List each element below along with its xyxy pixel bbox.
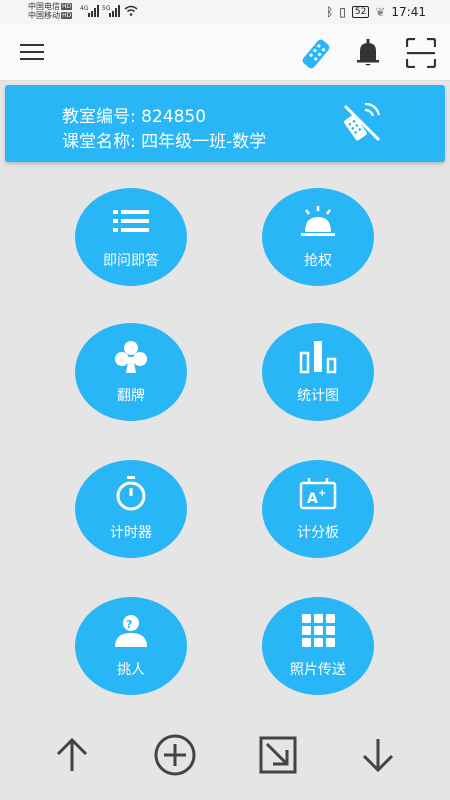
statistics-chart-label: 统计图 bbox=[297, 388, 339, 404]
status-right: ᛒ ▯ 52 ❦ 17:41 bbox=[326, 5, 426, 19]
classroom-number: 教室编号: 824850 bbox=[62, 102, 206, 127]
statistics-chart-button[interactable]: 统计图 bbox=[262, 323, 374, 421]
person-question-icon: ? bbox=[115, 615, 147, 647]
classroom-name: 课堂名称: 四年级一班-数学 bbox=[62, 127, 266, 152]
quick-answer-button[interactable]: 即问即答 bbox=[75, 188, 187, 286]
bar-chart-icon bbox=[299, 341, 337, 374]
classroom-number-value: 824850 bbox=[141, 107, 207, 127]
timer-button[interactable]: 计时器 bbox=[75, 460, 187, 558]
scoreboard-button[interactable]: A + 计分板 bbox=[262, 460, 374, 558]
scan-icon[interactable] bbox=[406, 38, 436, 68]
hd-badge: HD bbox=[61, 3, 73, 10]
bluetooth-icon: ᛒ bbox=[326, 5, 334, 19]
photo-transfer-button[interactable]: 照片传送 bbox=[262, 597, 374, 695]
classroom-info-card: 教室编号: 824850 课堂名称: 四年级一班-数学 bbox=[5, 85, 445, 162]
classroom-name-label: 课堂名称: bbox=[62, 132, 142, 152]
hd-badge: HD bbox=[61, 12, 73, 19]
bell-icon[interactable] bbox=[354, 38, 382, 68]
signal-icon bbox=[88, 5, 99, 17]
carrier-2: 中国移动 bbox=[28, 11, 60, 20]
clock: 17:41 bbox=[391, 5, 426, 19]
service-bell-icon bbox=[301, 206, 335, 236]
battery-indicator: 52 bbox=[351, 6, 370, 18]
collapse-arrow-icon[interactable] bbox=[258, 735, 298, 775]
svg-text:?: ? bbox=[126, 618, 132, 631]
grid-photos-icon bbox=[302, 614, 335, 647]
top-app-bar bbox=[0, 24, 450, 81]
remote-control-icon[interactable] bbox=[300, 38, 332, 70]
grab-answer-button[interactable]: 抢权 bbox=[262, 188, 374, 286]
arrow-down-icon[interactable] bbox=[358, 735, 398, 775]
status-bar: 中国电信 HD 中国移动 HD 4G 5G ᛒ ▯ 52 ❦ 17:41 bbox=[0, 0, 450, 24]
menu-icon[interactable] bbox=[20, 44, 44, 60]
signal-icon bbox=[109, 5, 120, 17]
flip-card-label: 翻牌 bbox=[117, 388, 145, 404]
arrow-up-icon[interactable] bbox=[52, 735, 92, 775]
svg-text:+: + bbox=[318, 488, 326, 499]
scoreboard-icon: A + bbox=[299, 478, 337, 510]
photo-transfer-label: 照片传送 bbox=[290, 662, 346, 678]
classroom-number-label: 教室编号: bbox=[62, 107, 142, 127]
svg-text:A: A bbox=[307, 491, 318, 507]
list-icon bbox=[113, 210, 149, 232]
add-circle-icon[interactable] bbox=[153, 733, 197, 777]
classroom-name-value: 四年级一班-数学 bbox=[141, 132, 267, 152]
pick-student-label: 挑人 bbox=[117, 662, 145, 678]
scoreboard-label: 计分板 bbox=[297, 525, 339, 541]
carrier-info: 中国电信 HD 中国移动 HD bbox=[28, 2, 73, 20]
leaf-icon: ❦ bbox=[375, 5, 386, 19]
wifi-icon bbox=[124, 5, 138, 16]
carrier-1: 中国电信 bbox=[28, 2, 60, 11]
vibrate-icon: ▯ bbox=[339, 5, 346, 19]
club-card-icon bbox=[115, 341, 147, 373]
stopwatch-icon bbox=[116, 476, 146, 511]
pick-student-button[interactable]: ? 挑人 bbox=[75, 597, 187, 695]
grab-answer-label: 抢权 bbox=[304, 253, 332, 269]
timer-label: 计时器 bbox=[110, 525, 152, 541]
flip-card-button[interactable]: 翻牌 bbox=[75, 323, 187, 421]
quick-answer-label: 即问即答 bbox=[103, 253, 159, 269]
no-signal-icon[interactable] bbox=[341, 102, 383, 144]
